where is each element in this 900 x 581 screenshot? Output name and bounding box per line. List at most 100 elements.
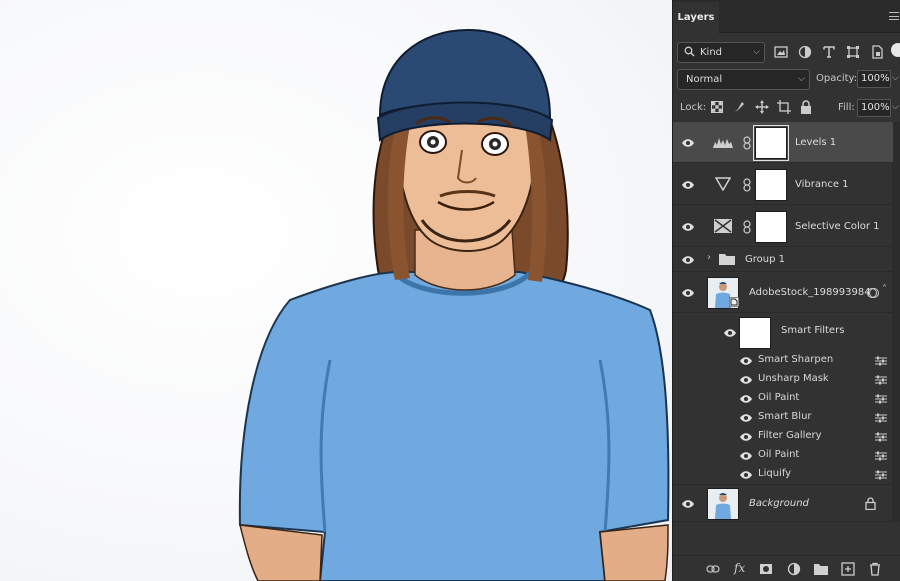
blending-options-icon[interactable] xyxy=(875,375,887,385)
fill-chevron-icon[interactable]: ⌵ xyxy=(892,102,899,112)
visibility-eye-icon[interactable] xyxy=(739,356,753,366)
layer-name[interactable]: Levels 1 xyxy=(795,137,836,148)
lock-position-icon[interactable] xyxy=(755,100,769,114)
filter-name[interactable]: Oil Paint xyxy=(758,449,799,460)
visibility-eye-icon[interactable] xyxy=(681,499,695,509)
visibility-eye-icon[interactable] xyxy=(739,470,753,480)
visibility-eye-icon[interactable] xyxy=(739,394,753,404)
blending-options-icon[interactable] xyxy=(875,432,887,442)
lock-all-icon[interactable] xyxy=(800,100,812,114)
filter-name[interactable]: Smart Blur xyxy=(758,411,812,422)
blending-options-icon[interactable] xyxy=(875,356,887,366)
kind-filter-select[interactable]: Kind ⌵ xyxy=(677,42,765,63)
layer-name[interactable]: Selective Color 1 xyxy=(795,221,880,232)
chevron-down-icon: ⌵ xyxy=(753,47,760,57)
layers-scrollbar[interactable] xyxy=(892,122,900,522)
panel-bottom-toolbar: fx xyxy=(673,555,900,581)
opacity-chevron-icon[interactable]: ⌵ xyxy=(892,73,899,83)
smart-filters-row[interactable]: Smart Filters xyxy=(673,314,893,352)
folder-icon xyxy=(719,254,735,265)
add-mask-icon[interactable] xyxy=(759,562,773,576)
visibility-eye-icon[interactable] xyxy=(681,222,695,232)
link-icon[interactable] xyxy=(743,178,751,192)
fill-field[interactable]: 100% xyxy=(857,99,891,117)
smart-filter-item[interactable]: Oil Paint xyxy=(673,446,893,465)
document-canvas[interactable] xyxy=(0,0,672,581)
filter-toggle-icon[interactable] xyxy=(891,43,900,57)
link-layers-icon[interactable] xyxy=(706,562,720,576)
trash-icon[interactable] xyxy=(868,562,882,576)
layer-row-background[interactable]: Background xyxy=(673,486,893,522)
smart-filter-indicator-icon[interactable] xyxy=(867,287,879,299)
link-icon[interactable] xyxy=(743,220,751,234)
lock-artboard-icon[interactable] xyxy=(777,100,791,114)
new-layer-icon[interactable] xyxy=(841,562,855,576)
layers-panel: Layers Kind ⌵ Normal ⌵ Opacity: 100% ⌵ L… xyxy=(672,0,900,581)
shape-filter-icon[interactable] xyxy=(846,45,860,59)
tab-layers[interactable]: Layers xyxy=(673,2,719,33)
layer-name[interactable]: Background xyxy=(749,498,809,509)
blending-options-icon[interactable] xyxy=(875,470,887,480)
visibility-eye-icon[interactable] xyxy=(739,451,753,461)
smart-filter-item[interactable]: Unsharp Mask xyxy=(673,370,893,389)
layer-thumbnail[interactable] xyxy=(707,488,739,520)
filter-name[interactable]: Smart Sharpen xyxy=(758,354,833,365)
blend-mode-select[interactable]: Normal ⌵ xyxy=(677,69,810,90)
smart-filter-item[interactable]: Oil Paint xyxy=(673,389,893,408)
visibility-eye-icon[interactable] xyxy=(681,180,695,190)
layer-row-smart-object[interactable]: AdobeStock_198993984 ˄ xyxy=(673,273,893,313)
visibility-eye-icon[interactable] xyxy=(681,288,695,298)
fx-icon[interactable]: fx xyxy=(734,561,745,575)
chevron-right-icon[interactable]: › xyxy=(707,252,711,263)
blending-options-icon[interactable] xyxy=(875,394,887,404)
filter-name[interactable]: Liquify xyxy=(758,468,791,479)
visibility-eye-icon[interactable] xyxy=(681,138,695,148)
smart-filters-label[interactable]: Smart Filters xyxy=(781,325,844,336)
visibility-eye-icon[interactable] xyxy=(681,255,695,265)
lock-icon[interactable] xyxy=(865,497,876,510)
blending-options-icon[interactable] xyxy=(875,413,887,423)
opacity-field[interactable]: 100% xyxy=(857,70,891,88)
blending-options-icon[interactable] xyxy=(875,451,887,461)
layer-row-selective-color[interactable]: Selective Color 1 xyxy=(673,206,893,247)
layer-mask-thumbnail[interactable] xyxy=(753,125,789,161)
smart-filter-item[interactable]: Liquify xyxy=(673,465,893,485)
smart-filter-item[interactable]: Filter Gallery xyxy=(673,427,893,446)
selective-color-icon xyxy=(714,219,732,233)
smart-filter-item[interactable]: Smart Sharpen xyxy=(673,351,893,370)
filter-name[interactable]: Oil Paint xyxy=(758,392,799,403)
new-group-icon[interactable] xyxy=(814,562,828,576)
filter-name[interactable]: Unsharp Mask xyxy=(758,373,829,384)
image-filter-icon[interactable] xyxy=(774,45,788,59)
layer-row-levels[interactable]: Levels 1 xyxy=(673,122,893,163)
vibrance-icon xyxy=(715,177,731,191)
adjustment-filter-icon[interactable] xyxy=(798,45,812,59)
link-icon[interactable] xyxy=(743,136,751,150)
type-filter-icon[interactable] xyxy=(822,45,836,59)
panel-menu-icon[interactable] xyxy=(889,12,899,20)
layer-name[interactable]: AdobeStock_198993984 xyxy=(749,287,871,298)
layer-name[interactable]: Vibrance 1 xyxy=(795,179,849,190)
layer-row-group[interactable]: › Group 1 xyxy=(673,248,893,272)
layer-row-vibrance[interactable]: Vibrance 1 xyxy=(673,164,893,205)
visibility-eye-icon[interactable] xyxy=(739,413,753,423)
layer-mask-thumbnail[interactable] xyxy=(755,169,787,201)
person-thumbnail-icon xyxy=(715,493,731,519)
blend-mode-value: Normal xyxy=(686,74,723,85)
lock-transparency-icon[interactable] xyxy=(711,101,723,113)
visibility-eye-icon[interactable] xyxy=(723,328,737,338)
collapse-icon[interactable]: ˄ xyxy=(882,284,887,295)
stylized-portrait-image xyxy=(238,28,670,581)
visibility-eye-icon[interactable] xyxy=(739,432,753,442)
new-adjustment-icon[interactable] xyxy=(787,562,801,576)
visibility-eye-icon[interactable] xyxy=(739,375,753,385)
lock-pixels-icon[interactable] xyxy=(733,101,745,113)
smart-filter-item[interactable]: Smart Blur xyxy=(673,408,893,427)
layer-name[interactable]: Group 1 xyxy=(745,254,785,265)
smart-object-filter-icon[interactable] xyxy=(870,45,884,59)
layer-mask-thumbnail[interactable] xyxy=(755,211,787,243)
lock-label: Lock: xyxy=(680,102,707,113)
filter-name[interactable]: Filter Gallery xyxy=(758,430,822,441)
smart-filter-mask-thumbnail[interactable] xyxy=(739,317,771,349)
opacity-label: Opacity: xyxy=(816,73,858,84)
